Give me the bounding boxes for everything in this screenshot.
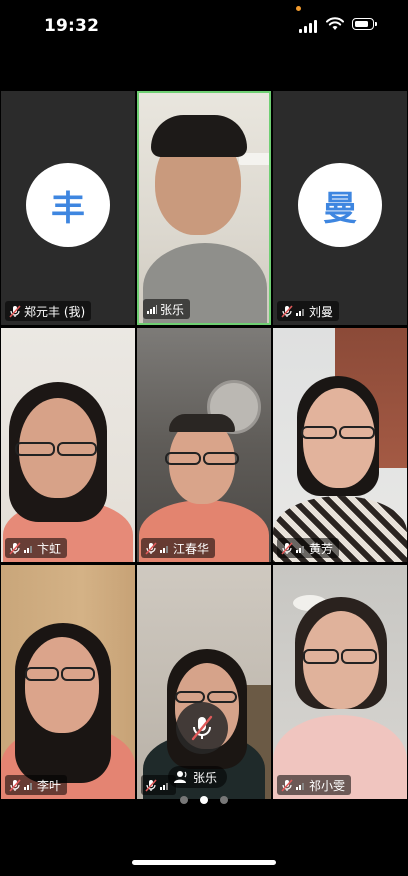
participant-name-tag: 祁小雯 — [277, 775, 352, 795]
participant-tile[interactable]: 江春华 — [137, 328, 271, 562]
participant-tile[interactable] — [137, 565, 271, 799]
audio-level-icon — [296, 306, 306, 316]
audio-level-icon — [24, 543, 34, 553]
participant-name-tag: 江春华 — [141, 538, 216, 558]
wifi-icon — [326, 17, 344, 30]
page-indicator[interactable] — [0, 796, 408, 804]
participant-name-tag: 张乐 — [143, 299, 191, 319]
video-grid: 丰 郑元丰 (我) 张乐 曼 刘曼 卞虹 江春华 黄芳 李叶 祁小雯 — [0, 91, 408, 799]
audio-level-icon — [296, 543, 306, 553]
muted-mic-icon — [9, 304, 21, 318]
page-dot[interactable] — [180, 796, 188, 804]
participant-name: 张乐 — [160, 302, 185, 317]
muted-mic-icon — [281, 304, 293, 318]
participant-name: 卞虹 — [37, 541, 62, 556]
muted-mic-icon — [281, 778, 293, 792]
camera-in-use-indicator — [296, 6, 301, 11]
participant-tile[interactable]: 曼 刘曼 — [273, 91, 407, 325]
audio-level-icon — [160, 543, 170, 553]
battery-icon — [352, 18, 377, 30]
participant-tile[interactable]: 卞虹 — [1, 328, 135, 562]
status-bar: 19:32 — [0, 0, 408, 54]
participant-name-tag: 卞虹 — [5, 538, 68, 558]
participant-name: 祁小雯 — [309, 778, 346, 793]
participant-tile[interactable]: 黄芳 — [273, 328, 407, 562]
muted-mic-icon — [9, 541, 21, 555]
muted-mic-icon — [9, 778, 21, 792]
participant-name: 郑元丰 (我) — [24, 304, 86, 319]
participant-name-tag: 郑元丰 (我) — [5, 301, 92, 321]
participant-tile[interactable]: 李叶 — [1, 565, 135, 799]
page-dot-current[interactable] — [200, 796, 208, 804]
home-indicator[interactable] — [132, 860, 276, 865]
participant-tile[interactable]: 丰 郑元丰 (我) — [1, 91, 135, 325]
muted-mic-icon — [191, 715, 213, 741]
participant-name-tag: 李叶 — [5, 775, 68, 795]
participant-name-tag: 黄芳 — [277, 538, 340, 558]
speaker-person-icon — [174, 771, 187, 783]
audio-level-icon — [147, 304, 157, 314]
participant-tile[interactable]: 祁小雯 — [273, 565, 407, 799]
participant-name: 黄芳 — [309, 541, 334, 556]
participant-name: 李叶 — [37, 778, 62, 793]
audio-level-icon — [24, 780, 34, 790]
participant-name: 刘曼 — [309, 304, 334, 319]
participant-name-tag: 刘曼 — [277, 301, 340, 321]
muted-mic-icon — [145, 541, 157, 555]
muted-mic-icon — [281, 541, 293, 555]
avatar: 曼 — [298, 163, 382, 247]
participant-tile-active-speaker[interactable]: 张乐 — [137, 91, 271, 325]
clock: 19:32 — [44, 16, 100, 36]
speaking-indicator: 张乐 — [168, 766, 228, 788]
page-dot[interactable] — [220, 796, 228, 804]
muted-mic-icon — [145, 778, 157, 792]
mute-toggle-button[interactable] — [176, 702, 228, 754]
avatar: 丰 — [26, 163, 110, 247]
cellular-signal-icon — [299, 19, 319, 33]
participant-name: 江春华 — [173, 541, 210, 556]
speaking-participant-name: 张乐 — [193, 770, 218, 785]
audio-level-icon — [296, 780, 306, 790]
